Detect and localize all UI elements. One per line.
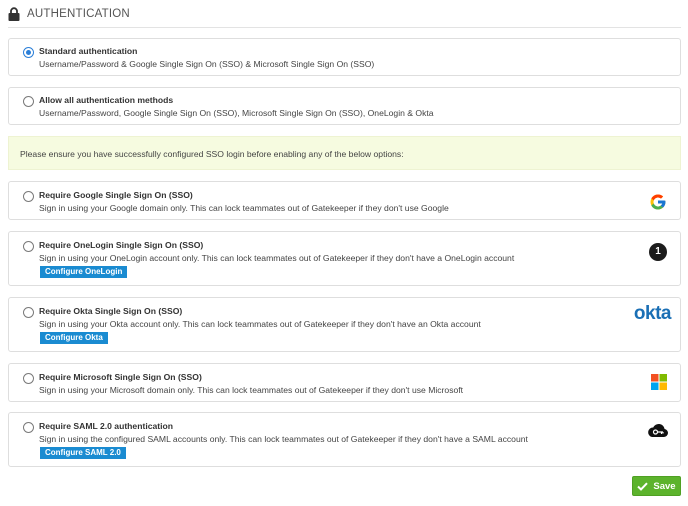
radio-require-saml-authentication[interactable] <box>23 422 34 433</box>
radio-standard-authentication[interactable] <box>23 47 34 58</box>
microsoft-logo <box>651 374 667 390</box>
option-title: Require OneLogin Single Sign On (SSO) <box>39 240 204 250</box>
option-allow-all-methods[interactable]: Allow all authentication methods Usernam… <box>8 87 681 125</box>
option-description: Sign in using the configured SAML accoun… <box>39 434 528 444</box>
radio-allow-all-methods[interactable] <box>23 96 34 107</box>
option-description: Sign in using your Okta account only. Th… <box>39 319 481 329</box>
onelogin-logo: 1 <box>649 243 667 261</box>
section-title: AUTHENTICATION <box>27 8 130 20</box>
option-title: Require SAML 2.0 authentication <box>39 421 174 431</box>
notice-text: Please ensure you have successfully conf… <box>20 149 404 159</box>
radio-require-onelogin-sso[interactable] <box>23 241 34 252</box>
option-description: Sign in using your Google domain only. T… <box>39 203 449 213</box>
option-require-okta-sso[interactable]: Require Okta Single Sign On (SSO) Sign i… <box>8 297 681 352</box>
option-require-microsoft-sso[interactable]: Require Microsoft Single Sign On (SSO) S… <box>8 363 681 402</box>
option-require-onelogin-sso[interactable]: Require OneLogin Single Sign On (SSO) Si… <box>8 231 681 286</box>
option-title: Require Microsoft Single Sign On (SSO) <box>39 372 202 382</box>
save-label: Save <box>653 480 676 492</box>
option-standard-authentication[interactable]: Standard authentication Username/Passwor… <box>8 38 681 76</box>
option-title: Standard authentication <box>39 46 138 56</box>
option-title: Require Okta Single Sign On (SSO) <box>39 306 183 316</box>
option-description: Username/Password, Google Single Sign On… <box>39 108 434 118</box>
sso-warning-notice: Please ensure you have successfully conf… <box>8 136 681 170</box>
configure-onelogin-button[interactable]: Configure OneLogin <box>40 266 128 278</box>
option-description: Username/Password & Google Single Sign O… <box>39 59 375 69</box>
option-description: Sign in using your OneLogin account only… <box>39 253 515 263</box>
save-button[interactable]: Save <box>632 476 681 496</box>
checkmark-icon <box>637 482 649 491</box>
option-description: Sign in using your Microsoft domain only… <box>39 385 464 395</box>
configure-okta-button[interactable]: Configure Okta <box>40 332 108 344</box>
radio-require-google-sso[interactable] <box>23 191 34 202</box>
lock-icon <box>8 7 20 21</box>
configure-saml-button[interactable]: Configure SAML 2.0 <box>40 447 126 459</box>
radio-require-okta-sso[interactable] <box>23 307 34 318</box>
option-title: Allow all authentication methods <box>39 95 174 105</box>
option-require-saml-authentication[interactable]: Require SAML 2.0 authentication Sign in … <box>8 412 681 467</box>
option-require-google-sso[interactable]: Require Google Single Sign On (SSO) Sign… <box>8 181 681 220</box>
saml-cloud-key-logo <box>648 423 668 437</box>
radio-require-microsoft-sso[interactable] <box>23 373 34 384</box>
google-logo <box>650 194 666 210</box>
option-title: Require Google Single Sign On (SSO) <box>39 190 193 200</box>
section-header: AUTHENTICATION <box>8 6 681 28</box>
okta-logo: okta <box>633 303 672 324</box>
